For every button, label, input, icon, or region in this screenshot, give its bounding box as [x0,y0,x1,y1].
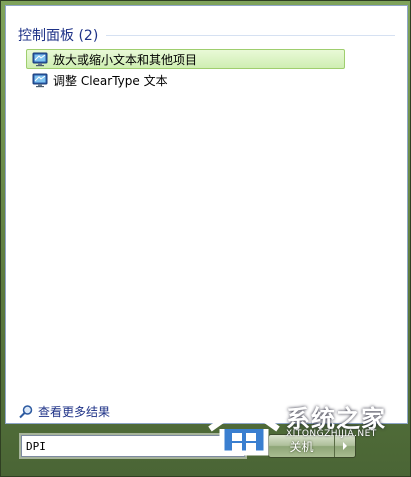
result-item-cleartype[interactable]: 调整 ClearType 文本 [26,70,345,90]
group-divider [106,34,395,36]
see-more-results-link[interactable]: 查看更多结果 [18,403,110,420]
watermark-url: XITONGZHIJIA.NET [286,429,377,439]
results-group-header: 控制面板 (2) [18,24,395,46]
search-results-panel: 控制面板 (2) 放大或缩小文本和其他项目 调整 ClearType 文本 查看… [5,5,408,424]
display-icon [32,73,48,88]
display-icon [32,52,48,67]
search-icon [19,404,33,418]
site-watermark: 系统之家 XITONGZHIJIA.NET [206,399,406,469]
result-item-zoom-text[interactable]: 放大或缩小文本和其他项目 [26,49,345,69]
house-logo-icon [208,401,280,456]
result-label: 放大或缩小文本和其他项目 [53,52,198,67]
search-input[interactable] [26,437,216,455]
start-menu-window: 控制面板 (2) 放大或缩小文本和其他项目 调整 ClearType 文本 查看… [0,0,411,477]
results-group-title[interactable]: 控制面板 (2) [18,25,98,45]
result-label: 调整 ClearType 文本 [53,73,168,88]
see-more-label: 查看更多结果 [38,405,111,419]
